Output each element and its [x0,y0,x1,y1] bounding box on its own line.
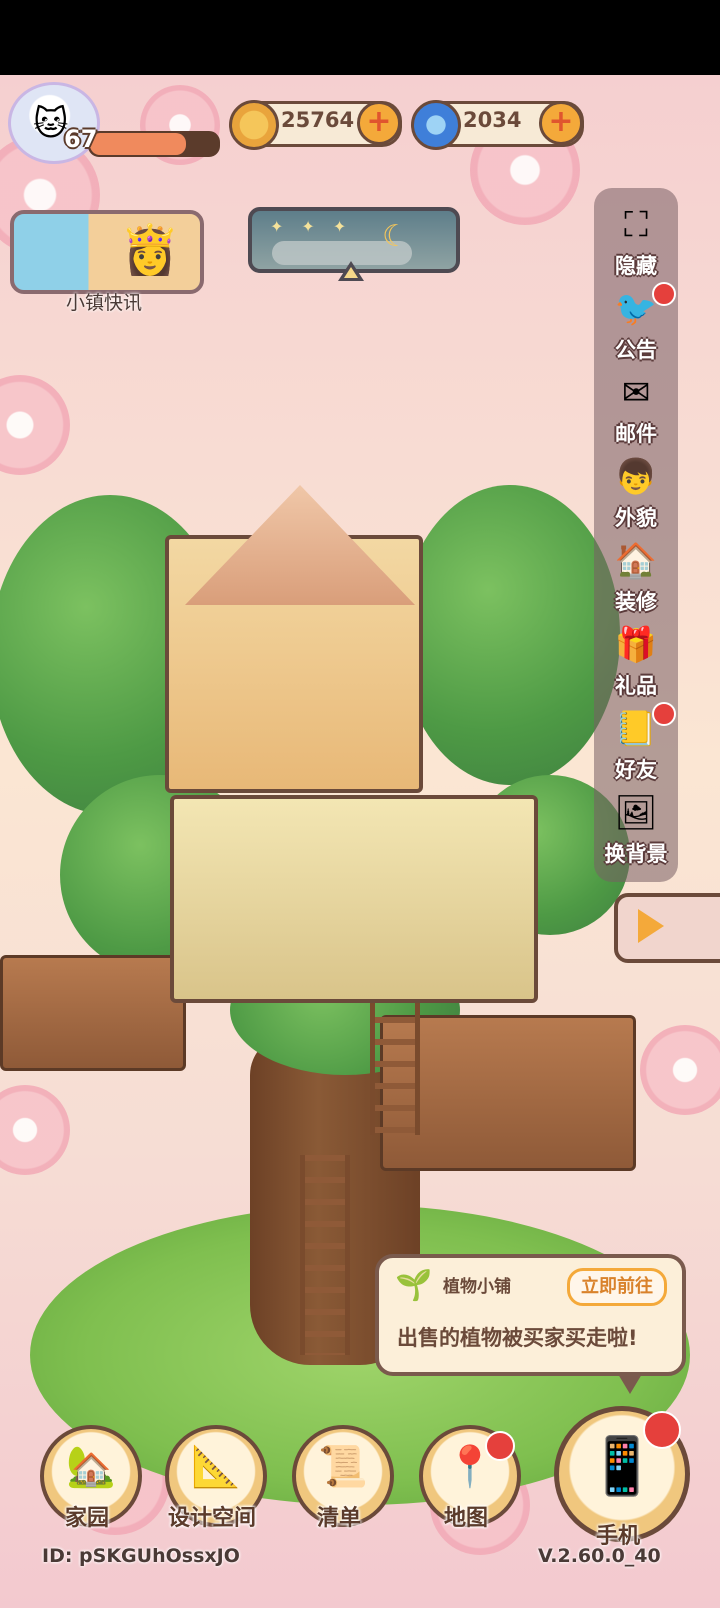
nav-home-label: 家园 [64,1506,109,1531]
plant-shop-notice[interactable]: 🌱 植物小铺 立即前往 出售的植物被买家买走啦! [375,1254,686,1394]
town-news-banner[interactable]: 👸 [10,210,204,294]
nav-list-label: 清单 [316,1506,361,1531]
kitchen-deck[interactable] [0,955,186,1071]
plant-sprout-icon: 🌱 [395,1268,433,1303]
nav-map-label: 地图 [443,1506,488,1531]
mail-icon: ✉ [621,373,651,413]
character-portrait-icon: 👸 [120,222,180,278]
add-gem-button[interactable]: + [539,101,583,145]
coin-value: 25764 [281,108,355,132]
coin-counter: 25764 + [229,100,402,150]
side-item-label: 外貌 [615,506,657,530]
side-item-label: 装修 [615,590,657,614]
side-item-gift[interactable]: 🎁 礼品 [594,618,678,700]
side-item-label: 隐藏 [615,254,657,278]
house-wrench-icon: 🏠 [614,541,658,581]
notification-badge [643,1411,681,1449]
version-label: V.2.60.0_40 [538,1545,661,1567]
treehouse-lower-floor[interactable] [170,795,538,1003]
coin-icon [229,100,279,150]
notice-message: 出售的植物被买家买走啦! [397,1326,638,1350]
notification-badge [485,1431,515,1461]
play-arrow-icon [638,909,664,943]
stars-icon: ✦✦✦ [270,217,365,236]
blossom-decoration [0,1085,70,1175]
avatar-face-icon: 👦 [614,457,658,497]
add-coin-button[interactable]: + [357,101,401,145]
side-item-label: 礼品 [615,674,657,698]
hide-frame-icon: ⛶ [624,205,648,245]
side-item-label: 换背景 [604,842,668,866]
player-level: 67 [64,125,98,153]
notification-badge [652,282,676,306]
status-bar [0,0,720,75]
side-item-label: 公告 [615,338,657,362]
blossom-decoration [640,1025,720,1115]
list-quill-icon: 📜 [318,1444,368,1490]
moon-icon: ☾ [382,219,409,254]
blossom-decoration [0,375,70,475]
gift-icon: 🎁 [614,625,658,665]
side-item-mail[interactable]: ✉ 邮件 [594,366,678,448]
tree-canopy [400,485,620,785]
expand-menu-button[interactable] [614,893,720,963]
swirl-gem-icon [411,100,461,150]
design-ruler-icon: 📐 [191,1444,241,1490]
notification-badge [652,702,676,726]
go-now-button[interactable]: 立即前往 [567,1268,667,1306]
notice-title: 植物小铺 [443,1277,511,1297]
player-id: ID: pSKGUhOssxJO [42,1545,240,1567]
side-item-hide[interactable]: ⛶ 隐藏 [594,198,678,280]
ladder [370,995,420,1135]
side-item-label: 邮件 [615,422,657,446]
side-item-announcement[interactable]: 🐦 公告 [594,282,678,364]
side-item-friends[interactable]: 📒 好友 [594,702,678,784]
home-icon: 🏡 [66,1444,116,1490]
gem-value: 2034 [463,108,522,132]
ladder [300,1155,350,1355]
town-news-label: 小镇快讯 [66,292,143,314]
time-marker-icon [338,261,364,281]
nav-design-label: 设计空间 [167,1506,256,1531]
side-menu: ⛶ 隐藏 🐦 公告 ✉ 邮件 👦 外貌 🏠 装修 🎁 礼品 📒 好友 🖼 换背景 [594,188,678,882]
side-item-background[interactable]: 🖼 换背景 [594,786,678,868]
side-item-appearance[interactable]: 👦 外貌 [594,450,678,532]
background-card-icon: 🖼 [614,793,658,833]
side-item-label: 好友 [615,758,657,782]
side-item-decorate[interactable]: 🏠 装修 [594,534,678,616]
gem-counter: 2034 + [411,100,584,150]
